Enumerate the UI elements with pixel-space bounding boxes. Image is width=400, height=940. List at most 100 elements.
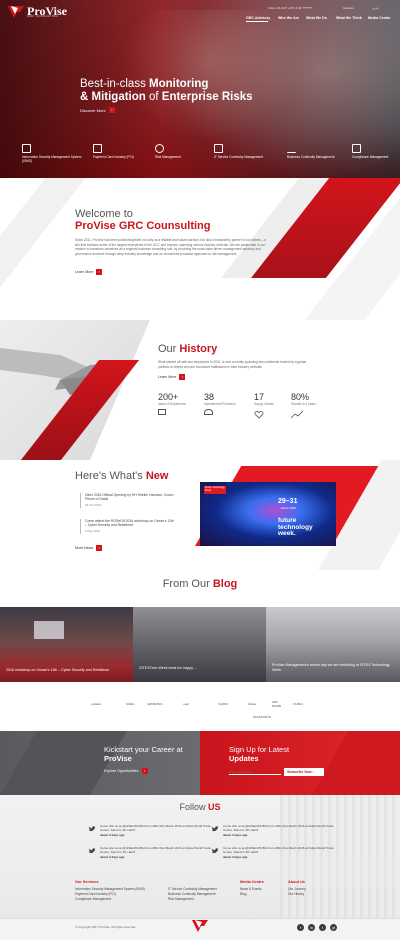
language-switch[interactable]: عربي	[372, 6, 379, 10]
arrow-right-icon: ›	[96, 269, 103, 275]
arrow-right-icon: ›	[141, 768, 148, 774]
footer-media-col: Media Centre News & Events Blog	[240, 880, 264, 897]
decor-stripe	[0, 178, 86, 320]
facebook-icon[interactable]: f	[297, 924, 304, 931]
news-item[interactable]: Come attend the ROSeOfi 2016 workshop on…	[80, 519, 175, 534]
blog-post-title: GITEXTech Week ends fun happy ...	[139, 665, 198, 670]
history-title: Our History	[158, 343, 218, 355]
partner-logo-passports: PASSPORTS	[252, 715, 272, 719]
service-risk[interactable]: Risk Management	[155, 144, 215, 159]
partner-logo-dubai: Dubai	[248, 702, 256, 706]
decor-stripe	[311, 731, 400, 795]
partner-logo-abudhabi: ABU DHABI	[272, 700, 282, 708]
career-title: Kickstart your Career at ProVise	[104, 745, 183, 763]
phone-number[interactable]: CALL US 24/7 +971 4 32 ??????	[268, 6, 312, 10]
news-title: Here's What's New	[75, 470, 169, 482]
service-compliance[interactable]: Compliance Management	[352, 144, 400, 159]
skyline-background	[280, 795, 400, 925]
people-icon	[204, 409, 213, 415]
welcome-body: Since 2011, ProVise has been positioning…	[75, 238, 267, 256]
linkedin-icon[interactable]: in	[308, 924, 315, 931]
hero-title: Best-in-class Monitoring & Mitigation of…	[80, 78, 253, 103]
blog-photo-screen	[34, 621, 64, 639]
monitor-icon	[214, 144, 223, 153]
tweet-item[interactable]: Come visit us at @GISEC/DUBAI from 29th-…	[211, 846, 336, 859]
career-cta: Kickstart your Career at ProVise Explore…	[0, 731, 200, 795]
partner-logo-dubai-gov: DUBAI	[293, 702, 303, 706]
stat-growth: 80% Growth in 4 years	[290, 392, 331, 424]
footer-services-col2: IT Service Continuity Management Busines…	[168, 887, 217, 903]
discover-more-button[interactable]: Discover More ›	[80, 107, 115, 113]
poster-month: march 2016	[280, 506, 296, 510]
footer-link[interactable]: Risk Management	[168, 897, 217, 902]
partner-logo-etisalat: etisalat	[91, 702, 101, 706]
follow-section: Follow US Come visit us at @GISEC/DUBAI …	[0, 795, 400, 940]
tweet-item[interactable]: Come visit us at @GISEC/DUBAI from 29th-…	[211, 824, 336, 837]
history-body: What started off with two employees in 2…	[158, 360, 307, 369]
poster-dates: 29–31	[278, 498, 298, 505]
blog-post-card[interactable]: ProVise Management's recent day we are e…	[266, 607, 400, 682]
lock-document-icon	[22, 144, 31, 153]
service-bcm[interactable]: Business Continuity Management	[287, 144, 347, 159]
nav-grc-advisory[interactable]: GRC Advisory	[246, 16, 270, 20]
clipboard-icon	[352, 144, 361, 153]
footer-link[interactable]: Our History	[288, 892, 306, 897]
stat-provisers: 38 experienced Provisers	[204, 392, 244, 415]
youtube-icon[interactable]: yt	[330, 924, 337, 931]
twitter-icon	[211, 848, 219, 854]
tweet-item[interactable]: Come visit us at @GISEC/DUBAI from 29th-…	[88, 824, 213, 837]
email-input[interactable]	[229, 769, 281, 775]
welcome-section: Welcome to ProVise GRC Counsulting Since…	[0, 178, 400, 320]
explore-opportunities-button[interactable]: Explore Opportunities ›	[104, 768, 148, 774]
poster-badge: Future Technology Week	[204, 486, 226, 494]
nav-active-indicator	[246, 21, 268, 22]
footer-link[interactable]: Blog	[240, 892, 264, 897]
history-section: Our History What started off with two em…	[0, 320, 400, 460]
provise-logo-icon	[8, 5, 24, 18]
scales-icon	[155, 144, 164, 153]
blog-post-card[interactable]: GITEXTech Week ends fun happy ...	[133, 607, 266, 682]
nav-what-we-do[interactable]: What We Do	[306, 16, 327, 20]
hero-background-photo-2	[120, 10, 300, 140]
tweet-item[interactable]: Come visit us at @GISEC/DUBAI from 29th-…	[88, 846, 213, 859]
arrow-right-icon: ›	[312, 770, 314, 774]
service-itscm[interactable]: IT Service Continuity Management	[214, 144, 274, 159]
twitter-icon[interactable]: t	[319, 924, 326, 931]
graph-icon	[287, 144, 296, 153]
welcome-learn-more-button[interactable]: Learn More ›	[75, 269, 103, 275]
growth-icon	[290, 410, 304, 419]
nav-media-center[interactable]: Media Center	[368, 16, 391, 20]
partner-logo-fawri: FAWRI	[218, 702, 228, 706]
footer-link[interactable]: Compliance Management	[75, 897, 145, 902]
future-tech-week-poster[interactable]: Future Technology Week 29–31 march 2016 …	[200, 482, 336, 546]
copyright: © Copyright 2017 ProVise. All rights res…	[75, 925, 137, 929]
stat-experience: 200+ years of Experience	[158, 392, 198, 415]
service-pci[interactable]: Payment Card Industry (PCI)	[93, 144, 153, 159]
hero-section: ProVise GRC CONSULTING CALL US 24/7 +971…	[0, 0, 400, 178]
welcome-title: Welcome to ProVise GRC Counsulting	[75, 208, 211, 232]
decor-stripe	[0, 731, 127, 795]
service-isms[interactable]: Information Security Management System (…	[22, 144, 82, 163]
blog-title: From Our Blog	[162, 578, 238, 590]
arrow-right-icon: ›	[179, 374, 186, 380]
blog-post-card[interactable]: 2016 workshop on Ocean's 11th – Cyber Se…	[0, 607, 133, 682]
poster-title: future technology week.	[278, 517, 313, 537]
history-learn-more-button[interactable]: Learn More ›	[158, 374, 186, 380]
briefcase-icon	[158, 409, 166, 415]
partner-logo-emirates: EMIRATES	[147, 702, 163, 706]
heart-icon	[254, 411, 264, 419]
more-news-button[interactable]: More News ›	[75, 545, 103, 551]
partner-logo-sama: SAMA	[125, 702, 135, 706]
nav-who-we-are[interactable]: Who We Are	[278, 16, 299, 20]
careers-link[interactable]: Careers	[343, 6, 354, 10]
follow-title: Follow US	[179, 802, 221, 812]
twitter-icon	[88, 848, 96, 854]
footer-logo-icon[interactable]	[191, 919, 209, 933]
subscribe-button[interactable]: Subscribe Now ›	[284, 768, 324, 776]
signup-title: Sign Up for Latest Updates	[229, 745, 290, 763]
nav-what-we-think[interactable]: What We Think	[336, 16, 362, 20]
twitter-icon	[88, 826, 96, 832]
arrow-right-icon: ›	[96, 545, 103, 551]
blog-post-title: 2016 workshop on Ocean's 11th – Cyber Se…	[6, 667, 110, 672]
news-item[interactable]: Gitex 2016 Official Opening by HH Sheikh…	[80, 493, 175, 508]
